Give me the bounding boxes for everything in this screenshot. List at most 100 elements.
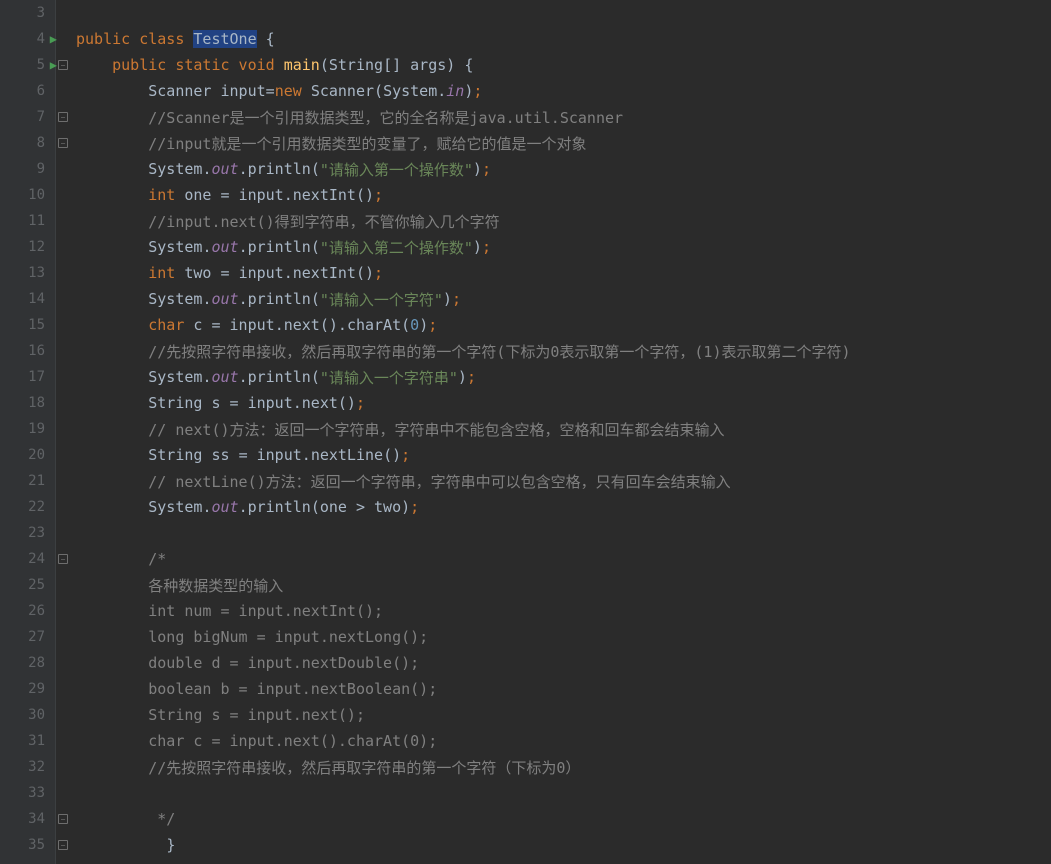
line-number-text: 16 [28,343,45,359]
code-line[interactable]: char c = input.next().charAt(0); [76,312,1051,338]
code-token: ( [320,56,329,74]
code-token: . [275,316,284,334]
line-number: 3 [0,0,55,26]
code-line[interactable]: int one = input.nextInt(); [76,182,1051,208]
line-number-text: 33 [28,785,45,801]
line-number: 16 [0,338,55,364]
code-line[interactable]: /* [76,546,1051,572]
fold-cell [56,650,70,676]
code-token [76,706,148,724]
code-area[interactable]: public class TestOne { public static voi… [70,0,1051,864]
line-number-text: 11 [28,213,45,229]
code-token: ) [458,368,467,386]
code-line[interactable]: */ [76,806,1051,832]
code-token: input [239,264,284,282]
code-token [76,56,112,74]
code-line[interactable]: boolean b = input.nextBoolean(); [76,676,1051,702]
line-number: 15 [0,312,55,338]
code-token: . [239,160,248,178]
line-number-text: 13 [28,265,45,281]
line-number: 13 [0,260,55,286]
fold-cell [56,728,70,754]
code-line[interactable]: String ss = input.nextLine(); [76,442,1051,468]
code-token: . [239,498,248,516]
code-line[interactable]: public class TestOne { [76,26,1051,52]
code-token: char [148,316,193,334]
fold-cell: − [56,806,70,832]
code-token: ( [311,290,320,308]
code-token: Scanner [311,82,374,100]
code-line[interactable] [76,0,1051,26]
fold-cell [56,390,70,416]
fold-close-icon[interactable]: − [58,840,68,850]
run-icon[interactable]: ▶ [50,32,57,46]
fold-close-icon[interactable]: − [58,138,68,148]
code-line[interactable]: // next()方法：返回一个字符串，字符串中不能包含空格，空格和回车都会结束… [76,416,1051,442]
fold-cell: − [56,52,70,78]
code-line[interactable]: System.out.println("请输入第二个操作数"); [76,234,1051,260]
code-token [76,160,148,178]
code-line[interactable]: System.out.println("请输入一个字符串"); [76,364,1051,390]
code-line[interactable]: int num = input.nextInt(); [76,598,1051,624]
fold-close-icon[interactable]: − [58,814,68,824]
code-line[interactable]: System.out.println("请输入一个字符"); [76,286,1051,312]
line-number-text: 5 [37,57,45,73]
code-token: = [221,186,239,204]
code-line[interactable]: String s = input.next(); [76,390,1051,416]
fold-cell [56,234,70,260]
code-line[interactable]: System.out.println(one > two); [76,494,1051,520]
code-line[interactable]: double d = input.nextDouble(); [76,650,1051,676]
code-line[interactable]: //先按照字符串接收，然后再取字符串的第一个字符(下标为0表示取第一个字符，(1… [76,338,1051,364]
code-token: ( [311,238,320,256]
code-token: out [211,160,238,178]
fold-cell [56,442,70,468]
code-line[interactable]: System.out.println("请输入第一个操作数"); [76,156,1051,182]
code-token: { [257,30,275,48]
code-line[interactable]: 各种数据类型的输入 [76,572,1051,598]
code-line[interactable]: int two = input.nextInt(); [76,260,1051,286]
code-line[interactable]: char c = input.next().charAt(0); [76,728,1051,754]
line-number-text: 6 [37,83,45,99]
code-token: . [437,82,446,100]
code-token: out [211,290,238,308]
fold-cell [56,26,70,52]
code-line[interactable]: Scanner input=new Scanner(System.in); [76,78,1051,104]
fold-gutter: − − − − − − [56,0,70,864]
code-editor[interactable]: 34▶5▶67891011121314151617181920212223242… [0,0,1051,864]
line-number-text: 32 [28,759,45,775]
code-token: /* [148,550,166,568]
line-number: 8 [0,130,55,156]
code-line[interactable]: } [76,832,1051,858]
code-line[interactable]: //先按照字符串接收，然后再取字符串的第一个字符（下标为0） [76,754,1051,780]
code-token: //先按照字符串接收，然后再取字符串的第一个字符(下标为0表示取第一个字符，(1… [148,341,850,362]
line-number-text: 23 [28,525,45,541]
code-token [76,394,148,412]
code-line[interactable]: String s = input.next(); [76,702,1051,728]
code-token [76,576,148,594]
code-token: . [202,238,211,256]
line-number-text: 17 [28,369,45,385]
code-token: //先按照字符串接收，然后再取字符串的第一个字符（下标为0） [148,757,580,778]
code-line[interactable] [76,780,1051,806]
code-line[interactable]: //Scanner是一个引用数据类型，它的全名称是java.util.Scann… [76,104,1051,130]
line-number: 5▶ [0,52,55,78]
code-line[interactable]: // nextLine()方法：返回一个字符串，字符串中可以包含空格，只有回车会… [76,468,1051,494]
fold-open-icon[interactable]: − [58,112,68,122]
code-token [76,342,148,360]
code-line[interactable]: //input.next()得到字符串，不管你输入几个字符 [76,208,1051,234]
code-token: ) { [446,56,473,74]
line-number: 34 [0,806,55,832]
fold-cell [56,364,70,390]
code-token: ) [464,82,473,100]
code-token: next [302,394,338,412]
fold-open-icon[interactable]: − [58,60,68,70]
code-line[interactable] [76,520,1051,546]
code-token: System [148,290,202,308]
code-line[interactable]: public static void main(String[] args) { [76,52,1051,78]
line-number-text: 26 [28,603,45,619]
fold-open-icon[interactable]: − [58,554,68,564]
code-token: System [148,368,202,386]
code-line[interactable]: //input就是一个引用数据类型的变量了，赋给它的值是一个对象 [76,130,1051,156]
code-line[interactable]: long bigNum = input.nextLong(); [76,624,1051,650]
run-icon[interactable]: ▶ [50,58,57,72]
